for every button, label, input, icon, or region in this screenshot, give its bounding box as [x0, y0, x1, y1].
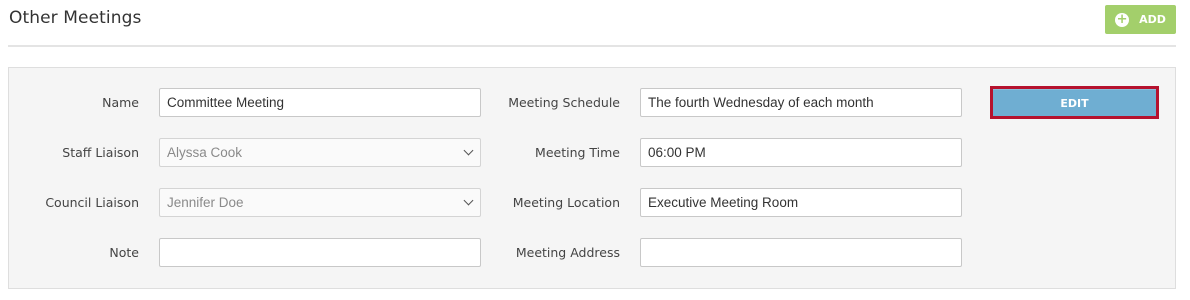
meeting-location-label: Meeting Location	[512, 195, 620, 210]
chevron-down-icon	[463, 145, 474, 156]
name-label: Name	[102, 95, 139, 110]
page-title: Other Meetings	[9, 8, 142, 28]
council-liaison-value: Jennifer Doe	[167, 195, 244, 210]
council-liaison-select[interactable]: Jennifer Doe	[159, 188, 481, 217]
staff-liaison-value: Alyssa Cook	[167, 145, 243, 160]
note-label: Note	[109, 245, 139, 260]
meeting-location-input[interactable]: Executive Meeting Room	[640, 188, 962, 217]
title-divider	[8, 45, 1176, 47]
add-button[interactable]: + ADD	[1105, 5, 1176, 34]
council-liaison-label: Council Liaison	[45, 195, 139, 210]
meeting-time-input[interactable]: 06:00 PM	[640, 138, 962, 167]
meeting-schedule-input[interactable]: The fourth Wednesday of each month	[640, 88, 962, 117]
staff-liaison-label: Staff Liaison	[62, 145, 139, 160]
meeting-address-label: Meeting Address	[515, 245, 620, 260]
meeting-address-input[interactable]	[640, 238, 962, 267]
note-input[interactable]	[159, 238, 481, 267]
name-input[interactable]: Committee Meeting	[159, 88, 481, 117]
plus-circle-icon: +	[1115, 11, 1130, 27]
chevron-down-icon	[463, 195, 474, 206]
staff-liaison-select[interactable]: Alyssa Cook	[159, 138, 481, 167]
add-button-label: ADD	[1139, 13, 1166, 26]
edit-button[interactable]: EDIT	[993, 89, 1156, 116]
meeting-schedule-label: Meeting Schedule	[508, 95, 620, 110]
meeting-time-label: Meeting Time	[535, 145, 620, 160]
